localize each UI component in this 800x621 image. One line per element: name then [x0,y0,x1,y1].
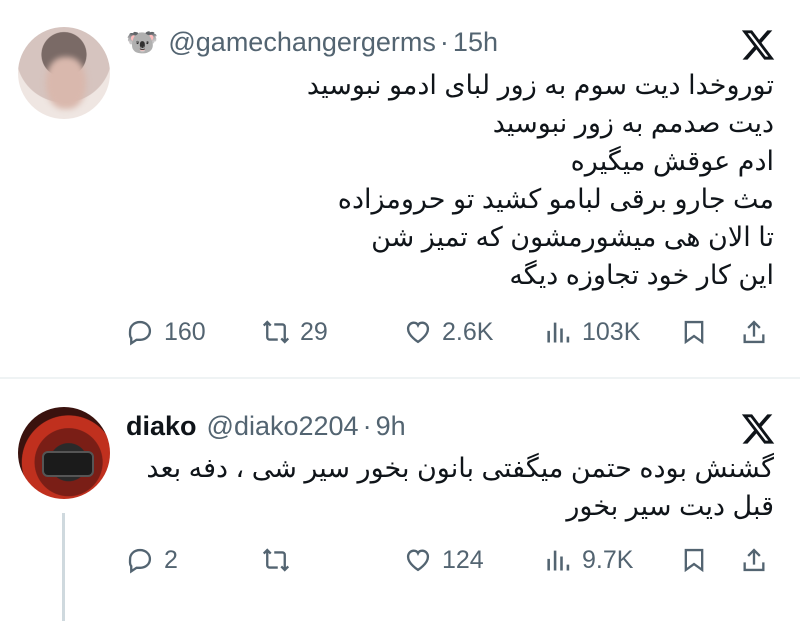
like-button[interactable]: 124 [404,542,484,578]
reply-button[interactable]: 160 [126,314,206,350]
views-button[interactable]: 9.7K [544,542,633,578]
share-button[interactable] [740,314,778,350]
retweet-button[interactable] [262,542,300,578]
koala-emoji: 🐨 [126,26,159,57]
tweet-line: ادم عوقش میگیره [570,146,774,176]
thread-line [62,513,65,621]
tweet-line: قبل دیت سیر بخور [566,491,774,521]
action-bar: 2 124 9.7K [126,542,776,578]
tweet-text: گشنش بوده حتمن میگفتی بانون بخور سیر شی … [146,449,774,525]
bookmark-button[interactable] [680,542,718,578]
reply-icon [128,548,152,574]
user-handle[interactable]: @gamechangergerms [168,27,436,58]
heart-icon [406,321,430,344]
avatar[interactable] [18,407,110,499]
retweet-button[interactable]: 29 [262,314,328,350]
views-icon [547,550,570,571]
like-count: 124 [442,545,484,574]
tweet-line: این کار خود تجاوزه دیگه [509,260,774,290]
reply-count: 2 [164,545,178,574]
user-handle[interactable]: @diako2204 [207,411,359,442]
tweet-line: توروخدا دیت سوم به زور لبای ادمو نبوسید [306,70,774,100]
bookmark-button[interactable] [680,314,718,350]
tweet[interactable]: 🐨 @gamechangergerms · 15h توروخدا دیت سو… [0,0,800,377]
avatar[interactable] [18,27,110,119]
timestamp[interactable]: 9h [376,411,406,442]
reply-button[interactable]: 2 [126,542,178,578]
x-logo-icon [741,30,775,60]
view-count: 9.7K [582,545,634,574]
retweet-count: 29 [300,317,328,346]
reply-count: 160 [164,317,206,346]
x-logo-icon [741,414,775,444]
tweet-line: مث جارو برقی لبامو کشید تو حرومزاده [337,184,774,214]
view-count: 103K [582,317,641,346]
tweet-line: دیت صدمم به زور نبوسید [492,108,774,138]
retweet-icon [262,320,290,344]
tweet-text: توروخدا دیت سوم به زور لبای ادمو نبوسید … [307,66,774,294]
tweet-header: diako @diako2204 · 9h [126,411,406,441]
retweet-icon [262,548,290,572]
share-icon [743,320,765,344]
like-button[interactable]: 2.6K [404,314,493,350]
bookmark-icon [684,320,704,345]
heart-icon [406,549,430,572]
views-icon [547,322,570,343]
tweet-line: تا الان هی میشورمشون که تمیز شن [371,222,774,252]
share-button[interactable] [740,542,778,578]
separator-dot: · [362,410,372,441]
timestamp[interactable]: 15h [453,27,498,58]
tweet-line: گشنش بوده حتمن میگفتی بانون بخور سیر شی … [146,453,774,483]
separator-dot: · [439,26,449,57]
like-count: 2.6K [442,317,494,346]
action-bar: 160 29 2.6K 103K [126,314,776,350]
display-name[interactable]: diako [126,411,197,442]
bookmark-icon [684,548,704,573]
tweet-header: 🐨 @gamechangergerms · 15h [126,27,498,57]
reply-icon [128,320,152,346]
views-button[interactable]: 103K [544,314,640,350]
share-icon [743,548,765,572]
tweet[interactable]: diako @diako2204 · 9h گشنش بوده حتمن میگ… [0,379,800,621]
